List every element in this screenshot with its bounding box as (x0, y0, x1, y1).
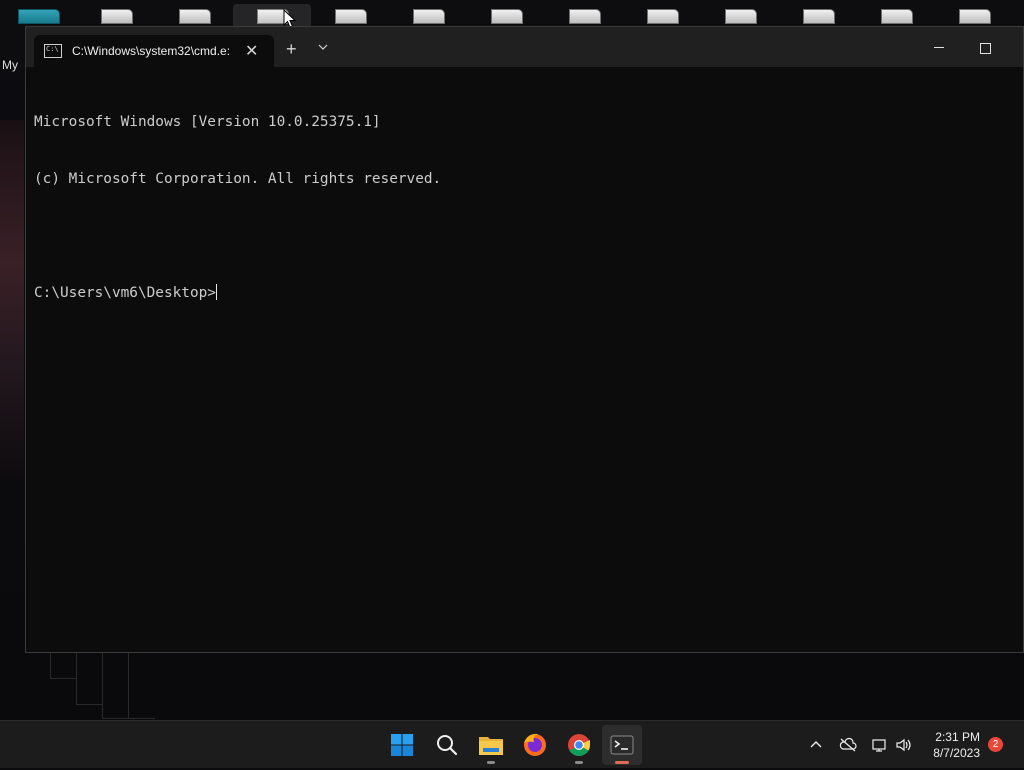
close-tab-icon[interactable]: ✕ (245, 41, 258, 61)
console-prompt: C:\Users\vm6\Desktop> (34, 285, 216, 301)
search-icon (437, 735, 458, 756)
maximize-button[interactable] (980, 43, 991, 54)
terminal-icon (610, 735, 634, 755)
desktop-file-icon[interactable] (491, 9, 523, 25)
clock-date: 8/7/2023 (933, 746, 980, 760)
clock[interactable]: 2:31 PM 8/7/2023 (924, 729, 980, 761)
desktop-file-icon[interactable] (803, 9, 835, 25)
speaker-icon (896, 738, 911, 752)
desktop-file-icon[interactable] (335, 9, 367, 25)
file-explorer-icon (479, 737, 503, 755)
active-indicator (615, 761, 629, 764)
firefox-button[interactable] (515, 725, 555, 765)
console-prompt-line[interactable]: C:\Users\vm6\Desktop> (34, 284, 1015, 303)
console-line: (c) Microsoft Corporation. All rights re… (34, 171, 442, 187)
firefox-icon (524, 733, 546, 756)
taskbar: 2:31 PM 8/7/2023 (0, 720, 1024, 768)
terminal-button[interactable] (602, 725, 642, 765)
desktop-label-partial[interactable]: My (2, 58, 18, 72)
desktop-file-icon[interactable] (413, 9, 445, 25)
desktop-file-icon[interactable] (959, 9, 991, 25)
desktop-file-icon[interactable] (569, 9, 601, 25)
search-button[interactable] (427, 725, 467, 765)
desktop-file-icon[interactable] (725, 9, 757, 25)
running-indicator (575, 761, 583, 764)
desktop-file-icon[interactable] (647, 9, 679, 25)
text-cursor (215, 284, 217, 300)
minimize-button[interactable] (934, 47, 944, 48)
start-button[interactable] (382, 725, 422, 765)
notification-badge[interactable]: 2 (988, 737, 1003, 752)
start-icon (391, 734, 413, 756)
network-button[interactable] (871, 721, 889, 769)
console-output[interactable]: Microsoft Windows [Version 10.0.25375.1]… (34, 75, 1015, 644)
chevron-up-icon (810, 741, 822, 748)
running-indicator (487, 761, 495, 764)
chevron-down-icon[interactable] (318, 39, 328, 57)
volume-button[interactable] (895, 721, 913, 769)
clock-time: 2:31 PM (935, 730, 980, 744)
desktop-wallpaper-edge (0, 120, 24, 480)
chrome-icon (568, 734, 590, 756)
tab-title: C:\Windows\system32\cmd.e: (72, 44, 231, 58)
show-hidden-icons-button[interactable] (808, 721, 824, 769)
new-tab-button[interactable]: + (286, 39, 297, 60)
desktop-file-icon[interactable] (881, 9, 913, 25)
file-explorer-button[interactable] (471, 725, 511, 765)
cmd-icon (44, 44, 62, 58)
onedrive-button[interactable] (839, 721, 857, 769)
title-bar[interactable]: C:\Windows\system32\cmd.e: ✕ + (26, 27, 1023, 67)
desktop-file-icon[interactable] (101, 9, 133, 25)
chrome-button[interactable] (559, 725, 599, 765)
network-icon (872, 739, 886, 752)
desktop-shortcut-icon[interactable] (18, 9, 60, 25)
tab-cmd[interactable]: C:\Windows\system32\cmd.e: ✕ (34, 35, 274, 67)
terminal-window[interactable]: C:\Windows\system32\cmd.e: ✕ + Microsoft… (25, 26, 1024, 653)
cloud-offline-icon (839, 737, 857, 752)
console-line-empty (34, 227, 1015, 246)
console-line: Microsoft Windows [Version 10.0.25375.1] (34, 114, 381, 130)
desktop-file-icon[interactable] (179, 9, 211, 25)
